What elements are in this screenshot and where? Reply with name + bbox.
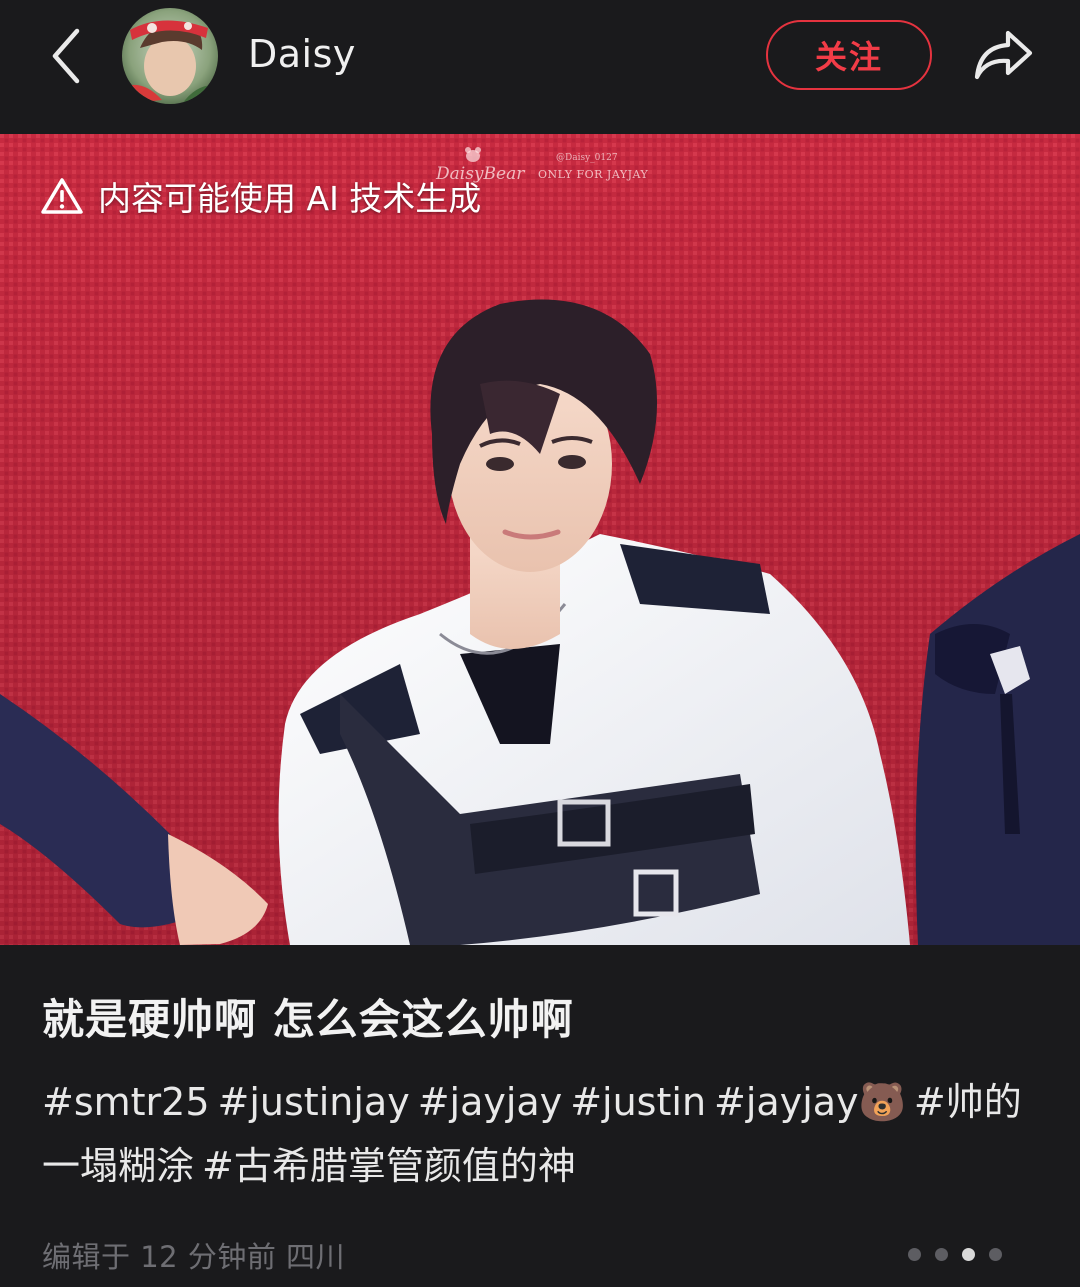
- ai-notice-text: 内容可能使用 AI 技术生成: [98, 179, 482, 218]
- share-button[interactable]: [968, 22, 1038, 88]
- hashtag[interactable]: #jayjay: [418, 1080, 563, 1124]
- hashtag[interactable]: #古希腊掌管颜值的神: [202, 1144, 576, 1188]
- post-meta: 编辑于 12 分钟前 四川: [42, 1240, 346, 1274]
- follow-button[interactable]: 关注: [766, 20, 932, 90]
- watermark-caption: ONLY FOR JAYJAY: [538, 168, 649, 181]
- pager-dot-active[interactable]: [962, 1247, 975, 1261]
- photo: [0, 134, 1080, 945]
- pager-dot[interactable]: [989, 1247, 1002, 1261]
- post-title: 就是硬帅啊 怎么会这么帅啊: [42, 995, 574, 1044]
- post-tags: #smtr25 #justinjay #jayjay #justin #jayjay🐻 #…: [42, 1070, 1042, 1198]
- top-bar: Daisy 关注: [0, 0, 1080, 134]
- watermark-handle: @Daisy_0127: [556, 153, 618, 163]
- ai-content-notice: 内容可能使用 AI 技术生成: [40, 172, 481, 220]
- avatar[interactable]: [122, 8, 218, 104]
- hashtag[interactable]: #smtr25: [42, 1080, 210, 1124]
- image-pager[interactable]: [880, 1232, 1030, 1276]
- bear-icon: [465, 147, 481, 162]
- hashtag[interactable]: #justin: [570, 1080, 706, 1124]
- chevron-left-icon: [52, 28, 80, 84]
- author-name[interactable]: Daisy: [248, 32, 356, 76]
- pager-dot[interactable]: [908, 1247, 921, 1261]
- hashtag[interactable]: #jayjay🐻: [714, 1080, 906, 1124]
- warning-triangle-icon: [41, 178, 83, 214]
- pager-dot[interactable]: [935, 1247, 948, 1261]
- post-image[interactable]: DaisyBear @Daisy_0127 ONLY FOR JAYJAY 内容…: [0, 134, 1080, 945]
- share-arrow-icon: [974, 30, 1033, 80]
- back-button[interactable]: [38, 22, 94, 90]
- hashtag[interactable]: #justinjay: [218, 1080, 410, 1124]
